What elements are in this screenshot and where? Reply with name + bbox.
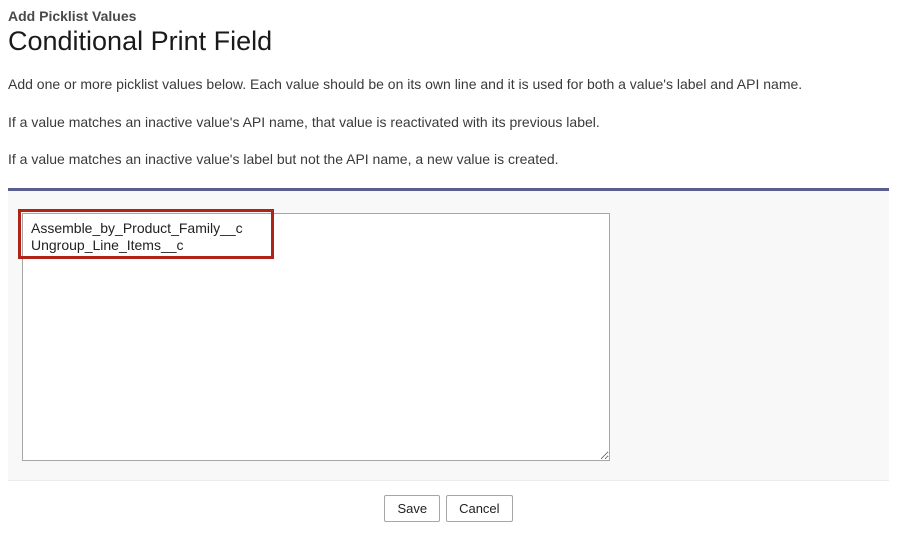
- textarea-wrap: [22, 213, 610, 466]
- button-row: Save Cancel: [8, 480, 889, 522]
- description-line-1: Add one or more picklist values below. E…: [8, 75, 889, 95]
- description-line-2: If a value matches an inactive value's A…: [8, 113, 889, 133]
- cancel-button[interactable]: Cancel: [446, 495, 512, 522]
- description-block: Add one or more picklist values below. E…: [8, 75, 889, 170]
- description-line-3: If a value matches an inactive value's l…: [8, 150, 889, 170]
- page-title: Conditional Print Field: [8, 26, 889, 57]
- page-subtitle: Add Picklist Values: [8, 8, 889, 24]
- picklist-values-textarea[interactable]: [22, 213, 610, 461]
- form-section: [8, 188, 889, 480]
- save-button[interactable]: Save: [384, 495, 440, 522]
- page-header: Add Picklist Values Conditional Print Fi…: [8, 8, 889, 57]
